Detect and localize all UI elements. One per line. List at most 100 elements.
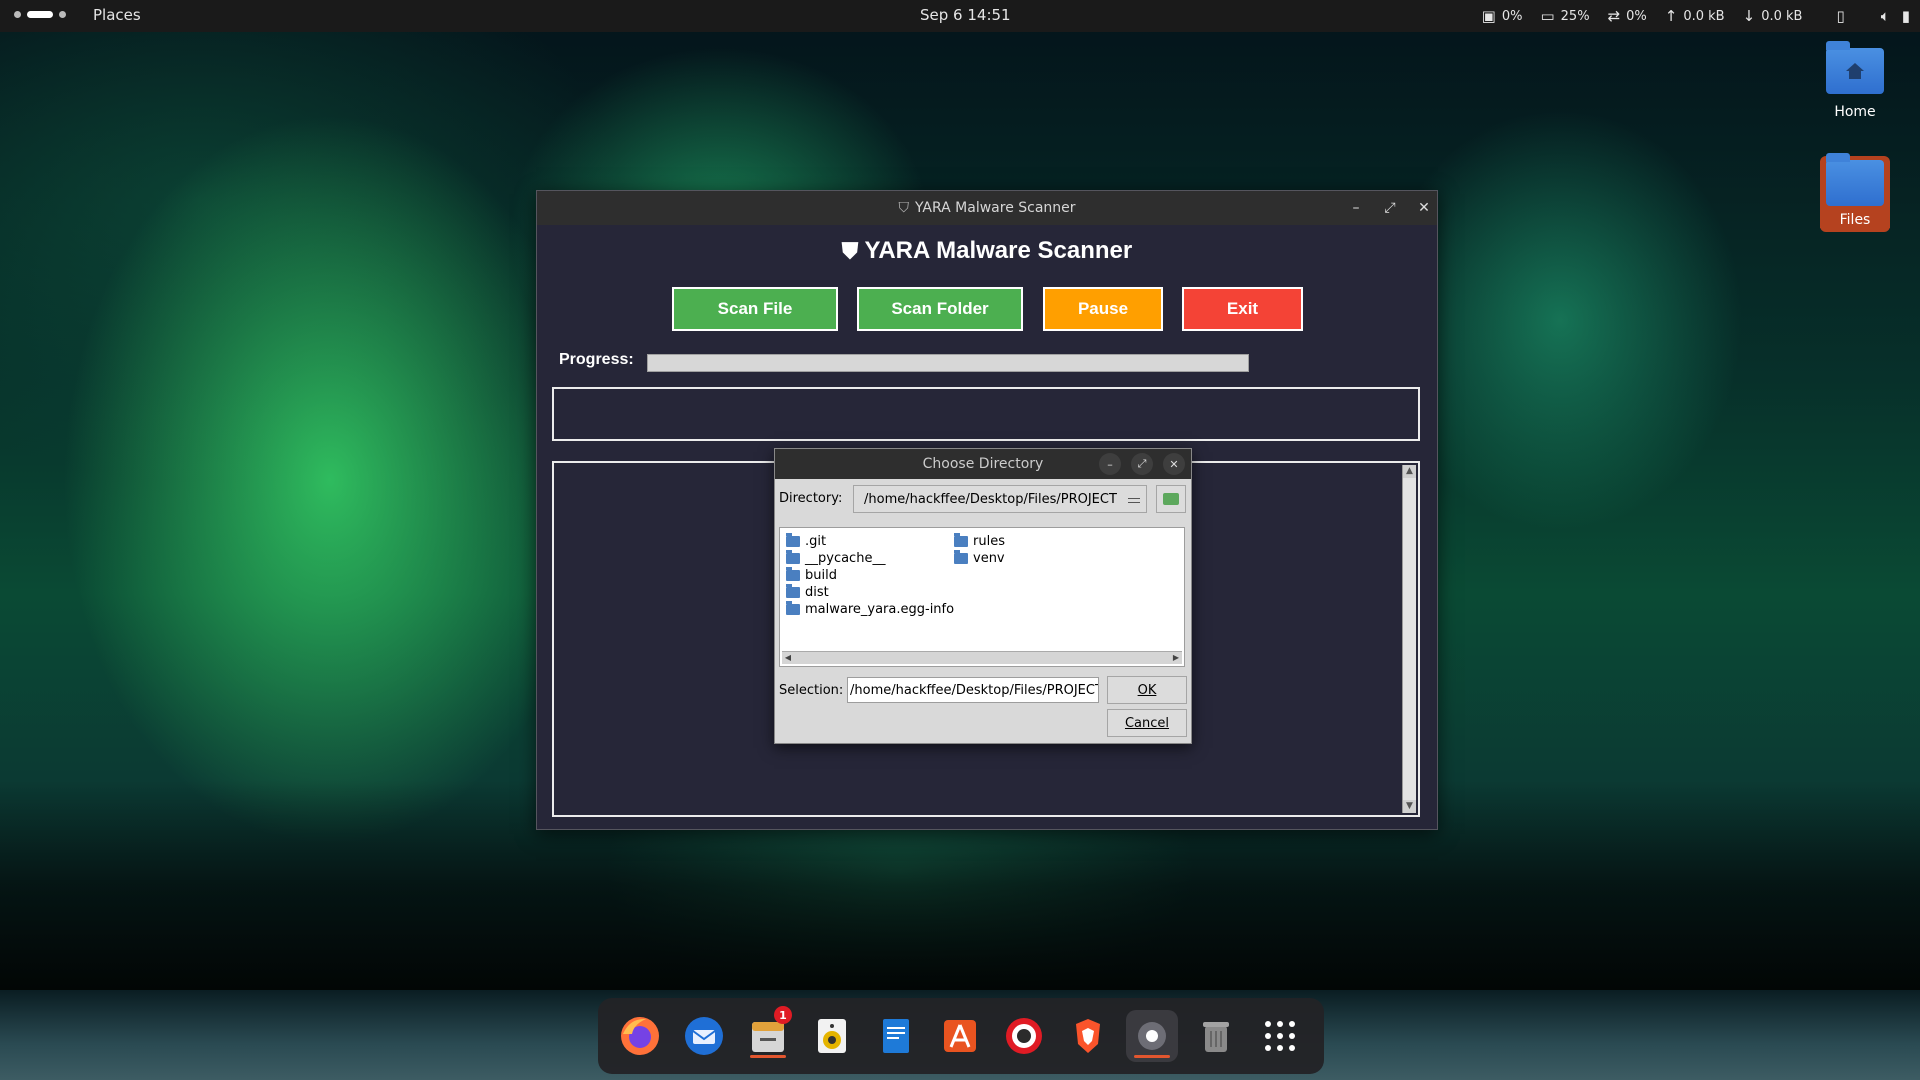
list-item[interactable]: venv <box>954 550 1005 566</box>
desktop-icon-files[interactable]: Files <box>1820 153 1890 232</box>
folder-name: dist <box>805 585 829 600</box>
workspace-dot[interactable] <box>14 11 21 18</box>
app-grid-icon <box>1265 1021 1295 1051</box>
system-indicators[interactable]: ▣ 0% ▭ 25% ⇄ 0% ↑ 0.0 kB ↓ 0.0 kB ▯ 🔈︎ ▮ <box>1482 0 1920 32</box>
ok-button[interactable]: OK <box>1107 676 1187 704</box>
dock-item-files[interactable]: 1 <box>742 1006 794 1062</box>
thunderbird-icon <box>685 1017 723 1055</box>
selection-field[interactable]: /home/hackffee/Desktop/Files/PROJECT <box>847 677 1099 703</box>
folder-name: rules <box>973 534 1005 549</box>
swap-icon: ⇄ <box>1607 6 1621 25</box>
close-icon[interactable]: ✕ <box>1163 453 1185 475</box>
folder-name: venv <box>973 551 1005 566</box>
folder-list[interactable]: .git __pycache__ build dist malware_yara… <box>779 527 1185 667</box>
folder-icon <box>954 550 968 564</box>
folder-icon <box>786 550 800 564</box>
clock[interactable]: Sep 6 14:51 <box>920 6 1011 24</box>
cpu-value: 0% <box>1501 8 1523 24</box>
swap-indicator[interactable]: ⇄ 0% <box>1607 6 1647 25</box>
dropdown-icon <box>1128 498 1140 503</box>
clipboard-indicator[interactable]: ▯ <box>1836 6 1845 25</box>
close-icon[interactable]: ✕ <box>1417 200 1431 216</box>
files-folder-icon <box>1826 153 1884 206</box>
scroll-down-icon[interactable]: ▼ <box>1403 800 1416 813</box>
maximize-icon[interactable]: ⤢ <box>1383 200 1397 216</box>
dock-item-rhythmbox[interactable] <box>806 1010 858 1062</box>
log-scrollbar[interactable]: ▲ ▼ <box>1402 465 1416 813</box>
folder-name: build <box>805 568 837 583</box>
dock-item-help[interactable] <box>998 1010 1050 1062</box>
pause-button[interactable]: Pause <box>1043 287 1163 331</box>
horizontal-scrollbar[interactable]: ◀ ▶ <box>782 651 1182 664</box>
exit-button[interactable]: Exit <box>1182 287 1303 331</box>
volume-indicator[interactable]: 🔈︎ <box>1881 8 1890 24</box>
minimize-icon[interactable]: – <box>1349 200 1363 216</box>
memory-indicator[interactable]: ▭ 25% <box>1540 8 1589 24</box>
list-item[interactable]: rules <box>954 533 1005 549</box>
new-folder-button[interactable] <box>1156 485 1186 513</box>
list-item[interactable]: dist <box>786 584 829 600</box>
folder-icon <box>786 533 800 547</box>
window-titlebar[interactable]: ⛉ YARA Malware Scanner – ⤢ ✕ <box>537 191 1437 225</box>
cancel-button[interactable]: Cancel <box>1107 709 1187 737</box>
cpu-icon: ▣ <box>1481 6 1496 25</box>
directory-label: Directory: <box>779 491 843 506</box>
house-icon <box>1846 63 1864 79</box>
choose-directory-dialog: Choose Directory – ⤢ ✕ Directory: /home/… <box>774 448 1192 744</box>
directory-dropdown[interactable]: /home/hackffee/Desktop/Files/PROJECT <box>853 485 1147 513</box>
list-item[interactable]: build <box>786 567 837 583</box>
list-item[interactable]: malware_yara.egg-info <box>786 601 954 617</box>
upload-indicator[interactable]: ↑ 0.0 kB <box>1665 8 1725 24</box>
download-arrow-icon: ↓ <box>1742 6 1756 25</box>
scan-file-button[interactable]: Scan File <box>672 287 838 331</box>
list-item[interactable]: .git <box>786 533 827 549</box>
status-output[interactable] <box>552 387 1420 441</box>
power-indicator[interactable]: ▮ <box>1902 8 1910 24</box>
firefox-icon <box>621 1017 659 1055</box>
dock-item-app-grid[interactable] <box>1254 1010 1306 1062</box>
dialog-title: Choose Directory <box>922 456 1044 472</box>
cpu-indicator[interactable]: ▣ 0% <box>1481 6 1523 25</box>
dock-item-brave[interactable] <box>1062 1010 1114 1062</box>
rhythmbox-icon <box>818 1019 846 1053</box>
brave-icon <box>1076 1019 1100 1053</box>
selection-label: Selection: <box>779 683 844 698</box>
dock-item-firefox[interactable] <box>614 1010 666 1062</box>
settings-icon <box>1138 1022 1166 1050</box>
app-heading-text: YARA Malware Scanner <box>864 237 1133 264</box>
dock: 1 <box>598 998 1324 1074</box>
swap-value: 0% <box>1626 8 1647 24</box>
scroll-up-icon[interactable]: ▲ <box>1403 465 1416 478</box>
folder-icon <box>786 584 800 598</box>
dock-item-trash[interactable] <box>1190 1010 1242 1062</box>
desktop-icon-home[interactable]: Home <box>1810 41 1900 120</box>
list-item[interactable]: __pycache__ <box>786 550 886 566</box>
dialog-titlebar[interactable]: Choose Directory – ⤢ ✕ <box>775 449 1191 479</box>
workspace-active-pill[interactable] <box>27 11 53 18</box>
scroll-right-icon[interactable]: ▶ <box>1170 652 1182 664</box>
progress-bar <box>647 354 1249 372</box>
folder-icon <box>786 601 800 615</box>
maximize-icon[interactable]: ⤢ <box>1131 453 1153 475</box>
scroll-left-icon[interactable]: ◀ <box>782 652 794 664</box>
scan-folder-button[interactable]: Scan Folder <box>857 287 1023 331</box>
dock-item-app-center[interactable] <box>934 1010 986 1062</box>
top-bar: Places Sep 6 14:51 ▣ 0% ▭ 25% ⇄ 0% ↑ 0.0… <box>0 0 1920 32</box>
dock-item-thunderbird[interactable] <box>678 1010 730 1062</box>
places-menu[interactable]: Places <box>93 6 141 24</box>
folder-name: .git <box>805 534 827 549</box>
workspace-indicator[interactable] <box>14 11 66 18</box>
shield-icon: ⛉ <box>898 200 909 216</box>
download-indicator[interactable]: ↓ 0.0 kB <box>1742 6 1803 25</box>
clipboard-icon: ▯ <box>1836 6 1845 25</box>
new-folder-icon <box>1163 493 1179 505</box>
workspace-dot[interactable] <box>59 11 66 18</box>
dock-item-settings[interactable] <box>1126 1010 1178 1062</box>
folder-name: __pycache__ <box>805 551 886 566</box>
download-value: 0.0 kB <box>1761 8 1803 24</box>
app-heading: ⛊ YARA Malware Scanner <box>537 237 1437 265</box>
window-title: YARA Malware Scanner <box>914 200 1076 216</box>
dock-item-writer[interactable] <box>870 1010 922 1062</box>
upload-value: 0.0 kB <box>1683 8 1725 24</box>
minimize-icon[interactable]: – <box>1099 453 1121 475</box>
